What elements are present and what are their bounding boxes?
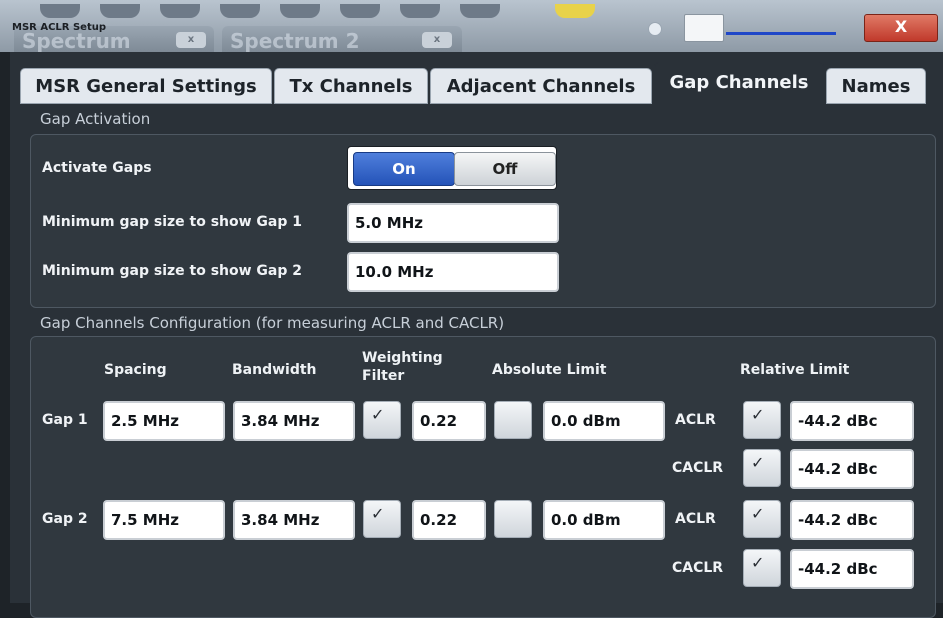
gap2-bandwidth-input[interactable]: 3.84 MHz (233, 500, 355, 540)
tab-adjacent-channels[interactable]: Adjacent Channels (430, 68, 652, 104)
toolbar-button[interactable] (100, 4, 140, 18)
close-icon[interactable]: x (176, 32, 206, 48)
tab-msr-general-settings[interactable]: MSR General Settings (20, 68, 272, 104)
slider-handle[interactable] (684, 14, 724, 42)
gap2-caclr-label: CACLR (672, 560, 724, 576)
gap1-caclr-input[interactable]: -44.2 dBc (790, 449, 914, 489)
spacing-header: Spacing (104, 362, 167, 378)
activate-gaps-on-button[interactable]: On (353, 152, 455, 186)
slider-indicator-icon (648, 22, 662, 36)
gap2-absolute-limit-checkbox[interactable] (494, 500, 532, 538)
gap1-bandwidth-input[interactable]: 3.84 MHz (233, 401, 355, 441)
min-gap2-input[interactable]: 10.0 MHz (347, 252, 559, 292)
absolute-limit-header: Absolute Limit (492, 362, 607, 378)
gap2-spacing-input[interactable]: 7.5 MHz (103, 500, 225, 540)
gap2-label: Gap 2 (42, 511, 88, 527)
min-gap2-label: Minimum gap size to show Gap 2 (42, 263, 303, 279)
gap1-aclr-input[interactable]: -44.2 dBc (790, 401, 914, 441)
gap2-aclr-checkbox[interactable]: ✓ (743, 500, 781, 538)
gap1-absolute-limit-checkbox[interactable] (494, 401, 532, 439)
weighting-filter-header-line1: Weighting (362, 350, 443, 366)
toolbar-button[interactable] (220, 4, 260, 18)
toolbar-button[interactable] (460, 4, 500, 18)
gap2-absolute-limit-input[interactable]: 0.0 dBm (543, 500, 665, 540)
slider-track[interactable] (726, 32, 836, 35)
min-gap1-label: Minimum gap size to show Gap 1 (42, 214, 303, 230)
background-tab-spectrum-2[interactable]: Spectrum 2 x (222, 26, 462, 52)
gap2-weighting-input[interactable]: 0.22 (412, 500, 486, 540)
gap1-weighting-checkbox[interactable]: ✓ (363, 401, 401, 439)
gap-config-group-label: Gap Channels Configuration (for measurin… (40, 314, 505, 332)
gap2-caclr-input[interactable]: -44.2 dBc (790, 549, 914, 589)
tab-gap-channels[interactable]: Gap Channels (654, 62, 824, 106)
gap-activation-group-label: Gap Activation (40, 110, 151, 128)
min-gap1-input[interactable]: 5.0 MHz (347, 203, 559, 243)
toolbar-button[interactable] (340, 4, 380, 18)
activate-gaps-label: Activate Gaps (42, 160, 152, 176)
relative-limit-header: Relative Limit (740, 362, 850, 378)
gap1-label: Gap 1 (42, 412, 88, 428)
toolbar-button[interactable] (400, 4, 440, 18)
gap1-spacing-input[interactable]: 2.5 MHz (103, 401, 225, 441)
toolbar-button-highlighted[interactable] (555, 4, 595, 18)
gap1-caclr-checkbox[interactable]: ✓ (743, 449, 781, 487)
close-icon[interactable]: x (422, 32, 452, 48)
gap1-weighting-input[interactable]: 0.22 (412, 401, 486, 441)
activate-gaps-off-button[interactable]: Off (454, 152, 556, 186)
gap1-absolute-limit-input[interactable]: 0.0 dBm (543, 401, 665, 441)
close-button[interactable]: X (864, 14, 938, 42)
toolbar-button[interactable] (40, 4, 80, 18)
activate-gaps-toggle[interactable]: On Off (347, 146, 557, 190)
window-titlebar: Spectrum x Spectrum 2 x MSR ACLR Setup X (0, 0, 943, 52)
weighting-filter-header-line2: Filter (362, 368, 405, 384)
gap1-caclr-label: CACLR (672, 460, 724, 476)
gap1-aclr-checkbox[interactable]: ✓ (743, 401, 781, 439)
tab-tx-channels[interactable]: Tx Channels (274, 68, 428, 104)
background-tab-label: Spectrum 2 (230, 29, 360, 52)
tab-names[interactable]: Names (826, 68, 926, 104)
dialog-title: MSR ACLR Setup (12, 22, 107, 33)
gap1-aclr-label: ACLR (675, 412, 716, 428)
gap2-weighting-checkbox[interactable]: ✓ (363, 500, 401, 538)
gap2-caclr-checkbox[interactable]: ✓ (743, 549, 781, 587)
gap2-aclr-label: ACLR (675, 511, 716, 527)
toolbar-button[interactable] (160, 4, 200, 18)
transparency-slider[interactable] (648, 14, 840, 42)
gap2-aclr-input[interactable]: -44.2 dBc (790, 500, 914, 540)
bandwidth-header: Bandwidth (232, 362, 317, 378)
toolbar-button[interactable] (280, 4, 320, 18)
